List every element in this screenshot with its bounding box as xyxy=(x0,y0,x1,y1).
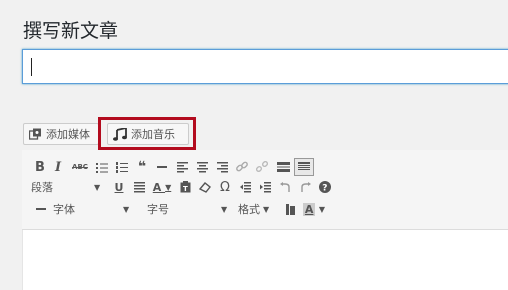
blockquote-icon[interactable]: ❝ xyxy=(132,159,152,175)
special-char-icon[interactable]: Ω xyxy=(215,180,235,195)
highlight-annotation xyxy=(98,117,196,150)
styles-menu-label: 格式 xyxy=(238,203,260,216)
toolbar-row-2: 段落 ▼ U A ▼ T Ω ? xyxy=(31,177,335,197)
italic-icon[interactable]: I xyxy=(48,160,68,175)
paste-text-icon[interactable]: T xyxy=(175,181,195,193)
background-color-block-icon[interactable] xyxy=(280,203,300,215)
justify-icon[interactable] xyxy=(129,181,149,193)
chevron-down-icon: ▼ xyxy=(263,204,270,214)
post-title-input[interactable] xyxy=(22,49,508,84)
add-media-button[interactable]: 添加媒体 xyxy=(23,123,99,145)
align-center-icon[interactable] xyxy=(192,161,212,173)
chevron-down-icon: ▼ xyxy=(221,204,228,214)
text-caret xyxy=(31,58,32,76)
paragraph-format-select[interactable]: 段落 ▼ xyxy=(31,179,109,195)
indent-icon[interactable] xyxy=(255,181,275,193)
add-media-label: 添加媒体 xyxy=(46,128,90,141)
svg-text:T: T xyxy=(183,185,188,193)
styles-menu[interactable]: 格式 ▼ xyxy=(238,201,280,217)
toolbar-row-1: B I ABC ❝ xyxy=(32,157,314,177)
outdent-icon[interactable] xyxy=(235,181,255,193)
highlight-color-icon[interactable]: A ▼ xyxy=(300,202,328,216)
bullet-list-icon[interactable] xyxy=(92,162,112,173)
underline-icon[interactable]: U xyxy=(109,181,129,194)
toolbar-toggle-icon[interactable] xyxy=(294,158,314,176)
font-size-label: 字号 xyxy=(147,203,169,216)
font-family-label: 字体 xyxy=(53,203,75,216)
redo-icon[interactable] xyxy=(295,181,315,193)
strikethrough-icon[interactable]: ABC xyxy=(68,163,92,171)
link-icon[interactable] xyxy=(232,161,252,173)
clear-formatting-icon[interactable] xyxy=(195,181,215,193)
media-icon xyxy=(29,128,42,140)
bold-icon[interactable]: B xyxy=(32,160,48,175)
horizontal-rule-icon[interactable] xyxy=(152,166,172,168)
chevron-down-icon: ▼ xyxy=(94,182,101,192)
read-more-icon[interactable] xyxy=(272,162,294,172)
text-color-icon[interactable]: A ▼ xyxy=(149,181,175,194)
font-size-select[interactable]: 字号 ▼ xyxy=(147,201,234,217)
undo-icon[interactable] xyxy=(275,181,295,193)
align-left-icon[interactable] xyxy=(172,161,192,173)
numbered-list-icon[interactable] xyxy=(112,161,132,173)
font-family-select[interactable]: 字体 ▼ xyxy=(53,201,141,217)
unlink-icon[interactable] xyxy=(252,161,272,173)
horizontal-line-icon[interactable] xyxy=(31,208,51,210)
svg-text:?: ? xyxy=(322,184,327,194)
help-icon[interactable]: ? xyxy=(315,181,335,193)
toolbar-row-3: 字体 ▼ 字号 ▼ 格式 ▼ A ▼ xyxy=(31,199,328,219)
page-title: 撰写新文章 xyxy=(23,20,119,42)
paragraph-format-label: 段落 xyxy=(31,181,53,194)
chevron-down-icon: ▼ xyxy=(123,204,130,214)
align-right-icon[interactable] xyxy=(212,161,232,173)
